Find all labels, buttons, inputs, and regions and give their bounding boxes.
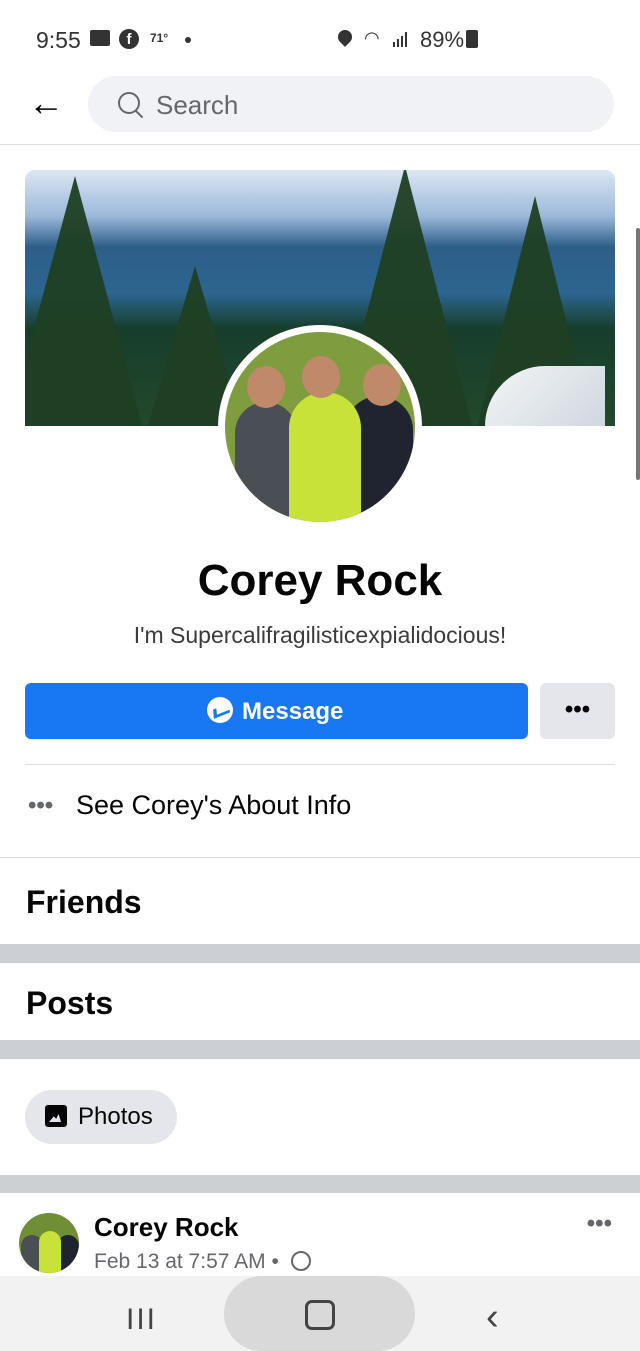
signal-icon [393, 32, 407, 47]
messenger-icon [207, 697, 233, 723]
photos-button[interactable]: Photos [25, 1090, 177, 1144]
posts-section: Posts [0, 963, 640, 1040]
temperature-text: 71° [150, 31, 169, 45]
back-nav-icon[interactable]: ‹ [486, 1296, 499, 1339]
post-author-avatar[interactable] [19, 1213, 79, 1273]
scrollbar[interactable] [636, 228, 640, 480]
location-icon [335, 27, 355, 47]
about-info-label: See Corey's About Info [76, 790, 352, 820]
home-button[interactable] [224, 1276, 415, 1351]
post-timestamp[interactable]: Feb 13 at 7:57 AM [94, 1250, 266, 1273]
friends-heading: Friends [26, 884, 142, 920]
post-author-name[interactable]: Corey Rock [94, 1212, 239, 1243]
profile-name: Corey Rock [197, 556, 443, 605]
photo-head-right [363, 364, 401, 406]
wifi-icon: ◠ [364, 28, 380, 48]
battery-icon [466, 30, 478, 48]
friends-section[interactable]: Friends [0, 858, 640, 944]
home-icon [305, 1300, 335, 1330]
back-arrow-icon[interactable]: ← [28, 85, 64, 121]
system-nav-bar: III ‹ [0, 1276, 640, 1351]
post-more-button[interactable]: ••• [587, 1210, 612, 1238]
photo-person-left [235, 402, 297, 522]
more-dots-icon: ••• [28, 792, 54, 819]
meta-separator: • [271, 1250, 279, 1273]
avatar-person-middle [39, 1231, 61, 1273]
cover-tree-left [25, 176, 145, 426]
photos-label: Photos [78, 1103, 153, 1130]
profile-photo [225, 332, 415, 522]
photo-person-middle [289, 392, 361, 522]
about-info-link[interactable]: ••• See Corey's About Info [0, 790, 640, 830]
section-divider [0, 1175, 640, 1193]
notification-dot-icon [185, 37, 191, 43]
search-input[interactable]: Search [88, 76, 614, 132]
facebook-icon: f [119, 29, 139, 49]
post-meta: Feb 13 at 7:57 AM • [94, 1250, 311, 1274]
search-icon [118, 92, 140, 114]
message-button-label: Message [242, 698, 344, 725]
photos-icon [45, 1105, 67, 1127]
profile-picture[interactable] [218, 325, 422, 529]
section-divider [0, 1040, 640, 1059]
status-bar: 9:55 f 71° ◠ 89% [0, 0, 640, 80]
recent-apps-icon[interactable]: III [126, 1303, 157, 1337]
profile-bio: I'm Supercalifragilisticexpialidocious! [133, 622, 507, 648]
more-options-button[interactable]: ••• [540, 683, 615, 739]
search-placeholder: Search [156, 90, 239, 120]
message-button[interactable]: Message [25, 683, 528, 739]
photo-head-left [247, 366, 285, 408]
posts-heading: Posts [26, 985, 114, 1021]
globe-icon [290, 1251, 311, 1271]
photo-head-middle [302, 356, 340, 398]
section-divider [0, 944, 640, 963]
status-time: 9:55 [36, 27, 81, 53]
top-bar: ← Search [0, 72, 640, 145]
battery-text: 89% [420, 27, 465, 52]
mail-icon [90, 30, 110, 46]
divider [25, 764, 615, 765]
